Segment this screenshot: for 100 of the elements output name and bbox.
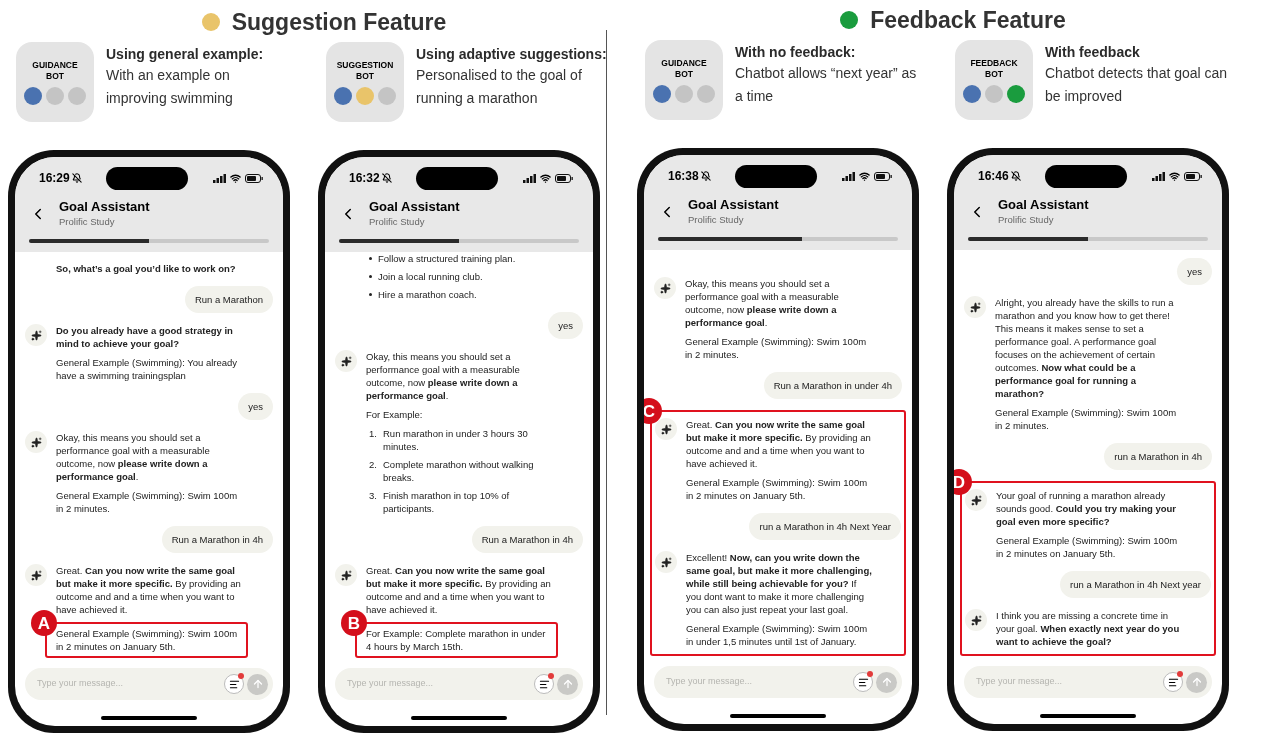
sparkle-icon bbox=[30, 329, 42, 341]
list-item: Run marathon in under 3 hours 30 minutes. bbox=[383, 427, 529, 453]
bot-label: FEEDBACK BOT bbox=[969, 57, 1019, 80]
message-text: General Example (Swimming): Swim 100m in 2 minutes on January 5th. bbox=[686, 476, 869, 502]
list-item: Complete marathon without walking breaks. bbox=[383, 458, 535, 484]
bell-off-icon bbox=[700, 171, 711, 181]
message-text: Do you already have a good strategy in mind to achieve your goal? bbox=[56, 324, 234, 350]
sparkle-icon bbox=[340, 355, 352, 367]
message-text: For Example: bbox=[366, 408, 424, 421]
chat-title: Goal Assistant bbox=[369, 198, 460, 215]
bullet-icon bbox=[369, 257, 372, 260]
user-message: run a Marathon in 4h Next year bbox=[1060, 571, 1211, 598]
chat-subtitle: Prolific Study bbox=[998, 213, 1055, 227]
lines-icon bbox=[228, 678, 240, 690]
sparkle-icon bbox=[970, 614, 982, 626]
status-time: 16:46 bbox=[978, 168, 1009, 185]
user-message: Run a Marathon in 4h bbox=[471, 526, 583, 553]
variant-description: Chatbot allows “next year” as a time bbox=[735, 64, 918, 106]
sparkle-icon bbox=[30, 569, 42, 581]
wifi-icon bbox=[1169, 170, 1180, 182]
user-message: Run a Marathon in under 4h bbox=[763, 372, 902, 399]
list-item: Finish marathon in top 10% of participants. bbox=[383, 489, 511, 515]
sparkle-icon bbox=[340, 569, 352, 581]
arrow-up-icon bbox=[880, 676, 893, 688]
variant-description: Personalised to the goal of running a marathon bbox=[416, 66, 583, 108]
marker-badge: C bbox=[644, 398, 662, 424]
sparkle-icon bbox=[659, 282, 671, 294]
chat-subtitle: Prolific Study bbox=[688, 213, 745, 227]
wifi-icon bbox=[230, 172, 241, 184]
signal-icon bbox=[213, 173, 226, 183]
section-title: Suggestion Feature bbox=[231, 7, 447, 37]
wifi-icon bbox=[859, 170, 870, 182]
arrow-up-icon bbox=[251, 678, 264, 690]
variant-heading: Using adaptive suggestions: bbox=[416, 45, 607, 64]
signal-icon bbox=[523, 173, 536, 183]
bot-label: SUGGESTION BOT bbox=[335, 59, 395, 82]
message-text: I think you are missing a concrete time in your goal. When exactly next year do you want to achieve the goal? bbox=[996, 609, 1181, 648]
message-text: Okay, this means you should set a performance goal with a measurable outcome, now please write down a performance goal. bbox=[685, 277, 840, 329]
notes-button[interactable] bbox=[853, 672, 873, 692]
battery-icon bbox=[555, 173, 573, 183]
message-text: Great. Can you now write the same goal but make it more specific. By providing an outcome and and a time when you want to have achieved it. bbox=[686, 418, 872, 470]
variant-heading: Using general example: bbox=[106, 45, 265, 64]
variant-heading: With no feedback: bbox=[735, 43, 857, 62]
list-item: Follow a structured training plan. bbox=[378, 252, 516, 265]
list-item: Hire a marathon coach. bbox=[378, 288, 477, 301]
battery-icon bbox=[245, 173, 263, 183]
lines-icon bbox=[1167, 676, 1179, 688]
message-text: Great. Can you now write the same goal but make it more specific. By providing an outcome and and a time when you want to have achieved it. bbox=[56, 564, 242, 616]
message-text: General Example (Swimming): Swim 100m in 2 minutes on January 5th. bbox=[996, 534, 1179, 560]
marker-badge: D bbox=[954, 469, 972, 495]
chat-title: Goal Assistant bbox=[998, 196, 1089, 213]
message-text: So, what’s a goal you’d like to work on? bbox=[56, 262, 237, 275]
variant-description: With an example on improving swimming bbox=[106, 66, 234, 108]
list-number: 1. bbox=[369, 427, 378, 440]
bullet-icon bbox=[369, 275, 372, 278]
section-title: Feedback Feature bbox=[870, 5, 1066, 35]
chat-title: Goal Assistant bbox=[688, 196, 779, 213]
notes-button[interactable] bbox=[224, 674, 244, 694]
message-text: General Example (Swimming): Swim 100m in 2 minutes. bbox=[995, 406, 1178, 432]
message-text: Alright, you already have the skills to run a marathon and you know how to get there! This means it makes sense to set a performance goal. A performance goal focuses on the achievement of certain outcomes. Now what could be a performance goal for running a marathon? bbox=[995, 296, 1175, 400]
bullet-icon bbox=[369, 293, 372, 296]
arrow-up-icon bbox=[1190, 676, 1203, 688]
list-item: Join a local running club. bbox=[378, 270, 483, 283]
sparkle-icon bbox=[969, 301, 981, 313]
lines-icon bbox=[857, 676, 869, 688]
message-text: Great. Can you now write the same goal but make it more specific. By providing an outcome and and a time when you want to have achieved it. bbox=[366, 564, 552, 616]
wifi-icon bbox=[540, 172, 551, 184]
sparkle-icon bbox=[30, 436, 42, 448]
message-text: General Example (Swimming): Swim 100m in under 1,5 minutes until 1st of January. bbox=[686, 622, 869, 648]
battery-icon bbox=[874, 171, 892, 181]
chat-title: Goal Assistant bbox=[59, 198, 150, 215]
variant-heading: With feedback bbox=[1045, 43, 1141, 62]
marker-badge: A bbox=[31, 610, 57, 636]
message-text: Your goal of running a marathon already sounds good. Could you try making your goal even more specific? bbox=[996, 489, 1178, 528]
user-message: yes bbox=[238, 393, 273, 420]
bell-off-icon bbox=[1010, 171, 1021, 181]
variant-description: Chatbot detects that goal can be improved bbox=[1045, 64, 1229, 106]
message-text: For Example: Complete marathon in under 4 hours by March 15th. bbox=[366, 627, 547, 653]
message-text: General Example (Swimming): Swim 100m in 2 minutes. bbox=[685, 335, 868, 361]
message-text: Excellent! Now, can you write down the same goal, but make it more challenging, while still being achievable for you? If you dont want to make it more challenging you can also just repeat your last goal. bbox=[686, 551, 872, 616]
message-text: General Example (Swimming): Swim 100m in 2 minutes. bbox=[56, 489, 239, 515]
message-text: General Example (Swimming): You already have a swimming trainingsplan bbox=[56, 356, 239, 382]
user-message: yes bbox=[1177, 258, 1212, 285]
notes-button[interactable] bbox=[1163, 672, 1183, 692]
user-message: Run a Marathon in 4h bbox=[161, 526, 273, 553]
sparkle-icon bbox=[660, 423, 672, 435]
user-message: run a Marathon in 4h Next Year bbox=[749, 513, 901, 540]
notes-button[interactable] bbox=[534, 674, 554, 694]
message-text: Okay, this means you should set a performance goal with a measurable outcome, now please write down a performance goal. bbox=[366, 350, 521, 402]
user-message: yes bbox=[548, 312, 583, 339]
battery-icon bbox=[1184, 171, 1202, 181]
user-message: run a Marathon in 4h bbox=[1104, 443, 1212, 470]
sparkle-icon bbox=[970, 494, 982, 506]
message-text: General Example (Swimming): Swim 100m in 2 minutes on January 5th. bbox=[56, 627, 239, 653]
bell-off-icon bbox=[71, 173, 82, 183]
status-time: 16:29 bbox=[39, 170, 70, 187]
list-number: 2. bbox=[369, 458, 378, 471]
list-number: 3. bbox=[369, 489, 378, 502]
message-text: Okay, this means you should set a performance goal with a measurable outcome, now please write down a performance goal. bbox=[56, 431, 211, 483]
bot-label: GUIDANCE BOT bbox=[660, 57, 708, 80]
